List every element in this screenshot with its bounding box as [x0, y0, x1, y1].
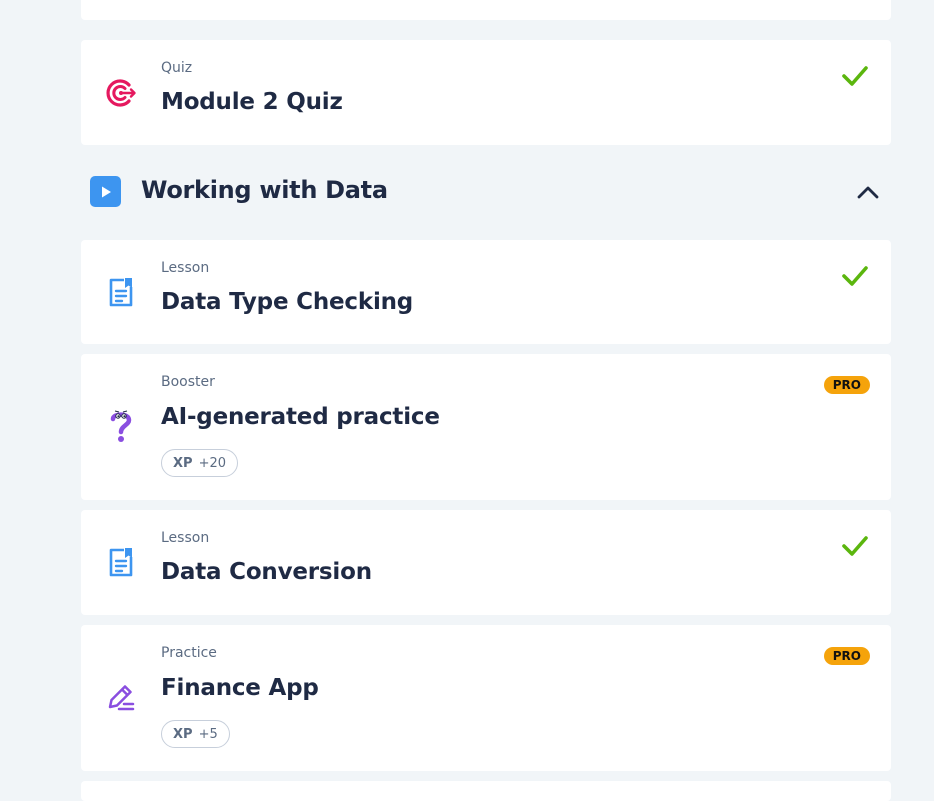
- section-header-working-with-data[interactable]: Working with Data: [90, 176, 890, 208]
- xp-badge: XP +5: [161, 720, 230, 748]
- module-item-card-partial[interactable]: [81, 0, 891, 20]
- section-title: Working with Data: [141, 176, 388, 204]
- play-icon: [90, 176, 121, 207]
- pencil-icon: [105, 681, 137, 713]
- item-type-label: Lesson: [161, 260, 210, 276]
- item-title[interactable]: Data Type Checking: [161, 289, 413, 315]
- module-item-practice[interactable]: Practice Finance App PRO XP +5: [81, 625, 891, 771]
- item-type-label: Lesson: [161, 530, 210, 546]
- item-title[interactable]: AI-generated practice: [161, 404, 440, 430]
- checkmark-icon: [842, 266, 868, 286]
- module-item-booster[interactable]: Booster AI-generated practice PRO XP +20: [81, 354, 891, 500]
- xp-badge: XP +20: [161, 449, 238, 477]
- item-type-label: Quiz: [161, 60, 193, 76]
- lesson-doc-icon: [105, 546, 137, 578]
- module-item-lesson[interactable]: Lesson Data Type Checking: [81, 240, 891, 344]
- pro-badge: PRO: [823, 376, 870, 394]
- checkmark-icon: [842, 536, 868, 556]
- item-title[interactable]: Finance App: [161, 675, 319, 701]
- question-mark-icon: [105, 410, 137, 442]
- xp-value: +5: [198, 726, 218, 742]
- xp-label: XP: [173, 726, 193, 742]
- pro-badge: PRO: [823, 647, 870, 665]
- module-item-lesson[interactable]: Lesson Data Conversion: [81, 510, 891, 615]
- chevron-up-icon[interactable]: [856, 180, 880, 204]
- item-type-label: Booster: [161, 374, 215, 390]
- module-item-quiz[interactable]: Quiz Module 2 Quiz: [81, 40, 891, 145]
- item-title[interactable]: Module 2 Quiz: [161, 89, 343, 115]
- xp-value: +20: [198, 455, 226, 471]
- checkmark-icon: [842, 66, 868, 86]
- item-type-label: Practice: [161, 645, 217, 661]
- xp-label: XP: [173, 455, 193, 471]
- lesson-doc-icon: [105, 276, 137, 308]
- item-title[interactable]: Data Conversion: [161, 559, 372, 585]
- module-item-card-partial[interactable]: [81, 781, 891, 801]
- target-icon: [105, 77, 137, 109]
